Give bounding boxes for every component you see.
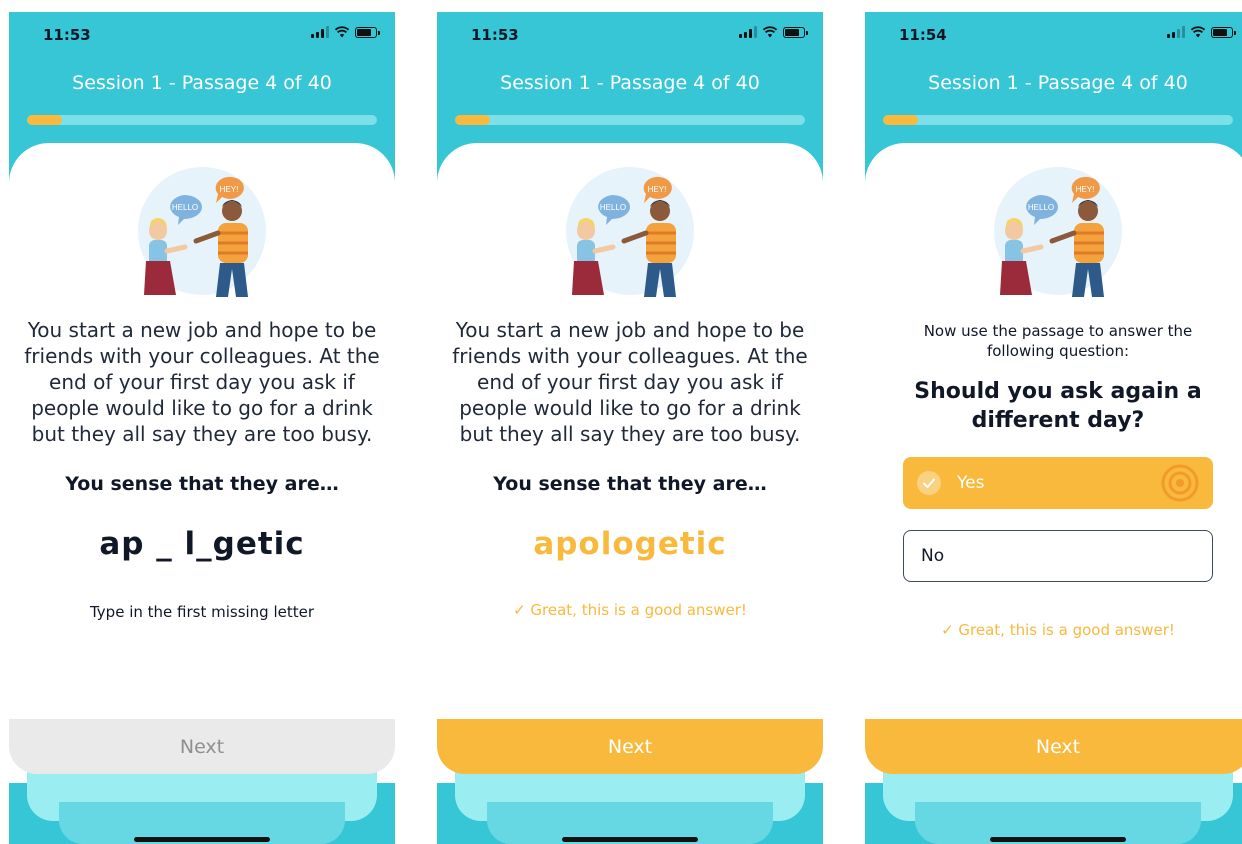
next-button[interactable]: Next xyxy=(9,719,395,774)
question-card: HEY! HELLO Now use the passage to answer… xyxy=(865,143,1242,783)
hello-bubble-text: HELLO xyxy=(172,203,198,212)
progress-bar xyxy=(883,115,1233,125)
signal-icon xyxy=(739,26,757,38)
status-bar: 11:53 xyxy=(437,12,823,56)
phone-screen-1: 11:53 Session 1 - Passage 4 of 40 HEY! H… xyxy=(9,12,395,844)
wifi-icon xyxy=(335,26,349,38)
prompt-text: You sense that they are… xyxy=(65,473,339,495)
battery-icon xyxy=(1211,26,1236,38)
option-no[interactable]: No xyxy=(903,530,1213,582)
passage-card: HEY! HELLO You start a new job and hope … xyxy=(437,143,823,783)
option-yes[interactable]: Yes xyxy=(903,457,1213,509)
home-indicator xyxy=(990,837,1126,842)
status-time: 11:54 xyxy=(899,26,947,44)
question-text: Should you ask again a different day? xyxy=(914,379,1202,433)
word-fragment[interactable]: ap _ l_getic xyxy=(9,526,395,562)
signal-icon xyxy=(311,26,329,38)
progress-fill xyxy=(27,115,62,125)
home-indicator xyxy=(134,837,270,842)
home-indicator xyxy=(562,837,698,842)
feedback-text: ✓ Great, this is a good answer! xyxy=(941,621,1175,639)
hello-bubble-text: HELLO xyxy=(1028,203,1054,212)
next-button[interactable]: Next xyxy=(437,719,823,774)
signal-icon xyxy=(1167,26,1185,38)
wifi-icon xyxy=(763,26,777,38)
session-title: Session 1 - Passage 4 of 40 xyxy=(72,72,332,94)
progress-fill xyxy=(455,115,490,125)
session-title: Session 1 - Passage 4 of 40 xyxy=(500,72,760,94)
battery-icon xyxy=(783,26,808,38)
feedback-text: ✓ Great, this is a good answer! xyxy=(513,601,747,619)
status-time: 11:53 xyxy=(471,26,519,44)
progress-bar xyxy=(455,115,805,125)
prompt-text: You sense that they are… xyxy=(493,473,767,495)
passage-card: HEY! HELLO You start a new job and hope … xyxy=(9,143,395,783)
conversation-illustration: HEY! HELLO xyxy=(566,167,694,297)
phone-screen-2: 11:53 Session 1 - Passage 4 of 40 HEY! H… xyxy=(437,12,823,844)
check-icon xyxy=(917,471,941,495)
hint-text: Type in the first missing letter xyxy=(89,603,315,621)
system-icons xyxy=(311,26,380,38)
question-intro: Now use the passage to answer the follow… xyxy=(923,322,1193,360)
status-bar: 11:54 xyxy=(865,12,1242,56)
conversation-illustration: HEY! HELLO xyxy=(994,167,1122,297)
hey-bubble-text: HEY! xyxy=(1076,185,1095,194)
passage-text: You start a new job and hope to be frien… xyxy=(452,318,808,446)
wifi-icon xyxy=(1191,26,1205,38)
hey-bubble-text: HEY! xyxy=(220,185,239,194)
option-label: No xyxy=(921,546,945,566)
passage-text: You start a new job and hope to be frien… xyxy=(24,318,380,446)
hey-bubble-text: HEY! xyxy=(648,185,667,194)
status-time: 11:53 xyxy=(43,26,91,44)
status-bar: 11:53 xyxy=(9,12,395,56)
system-icons xyxy=(739,26,808,38)
target-icon xyxy=(1161,464,1199,502)
progress-bar xyxy=(27,115,377,125)
answered-word: apologetic xyxy=(533,526,727,562)
conversation-illustration: HEY! HELLO xyxy=(138,167,266,297)
next-button[interactable]: Next xyxy=(865,719,1242,774)
session-title: Session 1 - Passage 4 of 40 xyxy=(928,72,1188,94)
battery-icon xyxy=(355,26,380,38)
system-icons xyxy=(1167,26,1236,38)
phone-screen-3: 11:54 Session 1 - Passage 4 of 40 HEY! H… xyxy=(865,12,1242,844)
progress-fill xyxy=(883,115,918,125)
option-label: Yes xyxy=(957,473,985,493)
hello-bubble-text: HELLO xyxy=(600,203,626,212)
